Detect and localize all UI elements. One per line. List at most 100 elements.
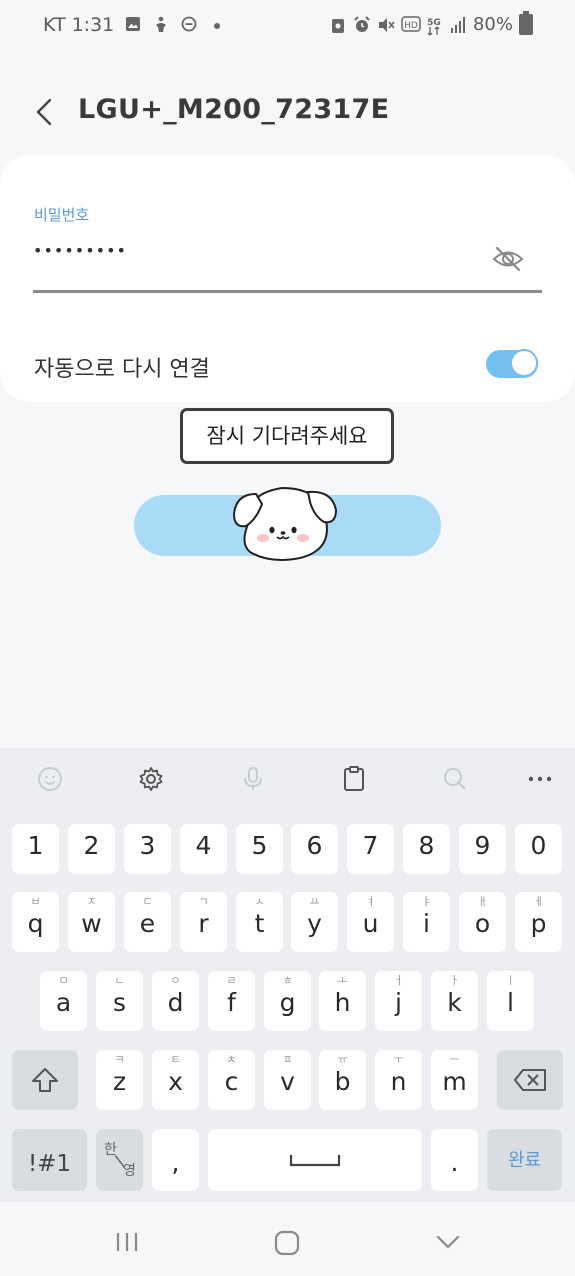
app-header: LGU+_M200_72317E bbox=[0, 82, 575, 142]
password-underline bbox=[33, 290, 542, 293]
wifi-settings-card: 비밀번호 ••••••••• 자동으로 다시 연결 bbox=[0, 155, 575, 402]
key-a[interactable]: ㅁa bbox=[40, 971, 87, 1031]
key-l[interactable]: ㅣl bbox=[487, 971, 534, 1031]
nav-back-button[interactable] bbox=[434, 1230, 462, 1254]
key-1[interactable]: 1 bbox=[12, 824, 59, 874]
back-arrow-icon bbox=[36, 98, 52, 126]
backspace-icon bbox=[514, 1069, 546, 1091]
keyboard: 1 2 3 4 5 6 7 8 9 0 ㅂq ㅈw ㄷe ㄱr ㅅt ㅛy ㅕu… bbox=[0, 748, 575, 1202]
done-key[interactable]: 완료 bbox=[487, 1129, 562, 1191]
key-n[interactable]: ㅜn bbox=[375, 1050, 422, 1110]
key-6[interactable]: 6 bbox=[291, 824, 338, 874]
key-r[interactable]: ㄱr bbox=[180, 892, 227, 952]
accessibility-icon bbox=[152, 16, 170, 34]
auto-reconnect-switch[interactable] bbox=[486, 349, 538, 378]
status-right: HD 5G 80% bbox=[329, 11, 533, 36]
carrier-label: KT bbox=[43, 14, 66, 36]
auto-reconnect-label: 자동으로 다시 연결 bbox=[34, 357, 210, 382]
shift-arrow-icon bbox=[32, 1068, 58, 1092]
status-left: KT 1:31 bbox=[43, 14, 226, 36]
symbols-key[interactable]: !#1 bbox=[12, 1129, 87, 1191]
keyboard-search-button[interactable] bbox=[435, 748, 475, 810]
key-h[interactable]: ㅗh bbox=[319, 971, 366, 1031]
mute-icon bbox=[377, 16, 395, 34]
key-5[interactable]: 5 bbox=[236, 824, 283, 874]
space-key[interactable] bbox=[208, 1129, 422, 1191]
key-w[interactable]: ㅈw bbox=[68, 892, 115, 952]
emoji-icon bbox=[38, 767, 62, 791]
lock-app-icon bbox=[329, 16, 347, 34]
key-3[interactable]: 3 bbox=[124, 824, 171, 874]
key-i[interactable]: ㅑi bbox=[403, 892, 450, 952]
recent-apps-button[interactable] bbox=[112, 1230, 142, 1254]
alarm-icon bbox=[353, 15, 371, 34]
more-options-button[interactable] bbox=[520, 748, 560, 810]
key-y[interactable]: ㅛy bbox=[291, 892, 338, 952]
recent-apps-icon bbox=[116, 1233, 138, 1251]
gallery-icon bbox=[124, 16, 142, 34]
back-button[interactable] bbox=[32, 94, 56, 130]
comma-key[interactable]: , bbox=[152, 1129, 199, 1191]
page-title: LGU+_M200_72317E bbox=[78, 94, 390, 125]
key-k[interactable]: ㅏk bbox=[431, 971, 478, 1031]
key-q[interactable]: ㅂq bbox=[12, 892, 59, 952]
key-g[interactable]: ㅎg bbox=[264, 971, 311, 1031]
key-p[interactable]: ㅔp bbox=[515, 892, 562, 952]
notification-dot-icon bbox=[208, 16, 226, 34]
loading-tooltip: 잠시 기다려주세요 bbox=[180, 408, 394, 464]
key-z[interactable]: ㅋz bbox=[96, 1050, 143, 1110]
key-0[interactable]: 0 bbox=[515, 824, 562, 874]
search-icon bbox=[444, 768, 466, 790]
key-s[interactable]: ㄴs bbox=[96, 971, 143, 1031]
do-not-disturb-icon bbox=[180, 16, 198, 34]
period-key[interactable]: . bbox=[431, 1129, 478, 1191]
keyboard-settings-button[interactable] bbox=[131, 748, 171, 810]
puppy-mascot-icon bbox=[230, 480, 340, 564]
home-button[interactable] bbox=[273, 1229, 301, 1257]
password-value: ••••••••• bbox=[33, 241, 127, 260]
key-t[interactable]: ㅅt bbox=[236, 892, 283, 952]
key-o[interactable]: ㅐo bbox=[459, 892, 506, 952]
key-9[interactable]: 9 bbox=[459, 824, 506, 874]
voice-input-button[interactable] bbox=[233, 748, 273, 810]
language-switch-key[interactable]: 한 / 영 bbox=[96, 1129, 143, 1191]
key-u[interactable]: ㅕu bbox=[347, 892, 394, 952]
chevron-down-icon bbox=[436, 1235, 460, 1249]
key-v[interactable]: ㅍv bbox=[264, 1050, 311, 1110]
shift-key[interactable] bbox=[12, 1050, 78, 1110]
key-8[interactable]: 8 bbox=[403, 824, 450, 874]
key-f[interactable]: ㄹf bbox=[208, 971, 255, 1031]
key-c[interactable]: ㅊc bbox=[208, 1050, 255, 1110]
svg-text:5G: 5G bbox=[427, 18, 441, 28]
key-7[interactable]: 7 bbox=[347, 824, 394, 874]
key-4[interactable]: 4 bbox=[180, 824, 227, 874]
home-icon bbox=[274, 1230, 300, 1256]
battery-icon bbox=[519, 11, 533, 35]
clock: 1:31 bbox=[71, 14, 115, 36]
battery-percent: 80% bbox=[472, 14, 513, 35]
emoji-button[interactable] bbox=[30, 748, 70, 810]
key-x[interactable]: ㅌx bbox=[152, 1050, 199, 1110]
5g-icon: 5G bbox=[425, 16, 443, 36]
key-d[interactable]: ㅇd bbox=[152, 971, 199, 1031]
key-e[interactable]: ㄷe bbox=[124, 892, 171, 952]
password-label: 비밀번호 bbox=[34, 206, 90, 224]
backspace-key[interactable] bbox=[497, 1050, 563, 1110]
gear-icon bbox=[139, 767, 163, 791]
key-b[interactable]: ㅠb bbox=[319, 1050, 366, 1110]
key-j[interactable]: ㅓj bbox=[375, 971, 422, 1031]
key-m[interactable]: ㅡm bbox=[431, 1050, 478, 1110]
password-input[interactable]: ••••••••• bbox=[33, 235, 542, 279]
eye-off-icon bbox=[492, 246, 524, 272]
clipboard-icon bbox=[344, 766, 364, 791]
signal-icon bbox=[449, 16, 467, 34]
switch-knob bbox=[510, 349, 538, 377]
system-nav-bar bbox=[0, 1202, 575, 1276]
key-2[interactable]: 2 bbox=[68, 824, 115, 874]
more-dots-icon bbox=[528, 776, 552, 782]
space-bar-icon bbox=[289, 1155, 341, 1167]
status-bar: KT 1:31 HD 5G 80% bbox=[0, 0, 575, 54]
microphone-icon bbox=[244, 767, 262, 790]
clipboard-button[interactable] bbox=[334, 748, 374, 810]
show-password-toggle[interactable] bbox=[491, 244, 525, 274]
